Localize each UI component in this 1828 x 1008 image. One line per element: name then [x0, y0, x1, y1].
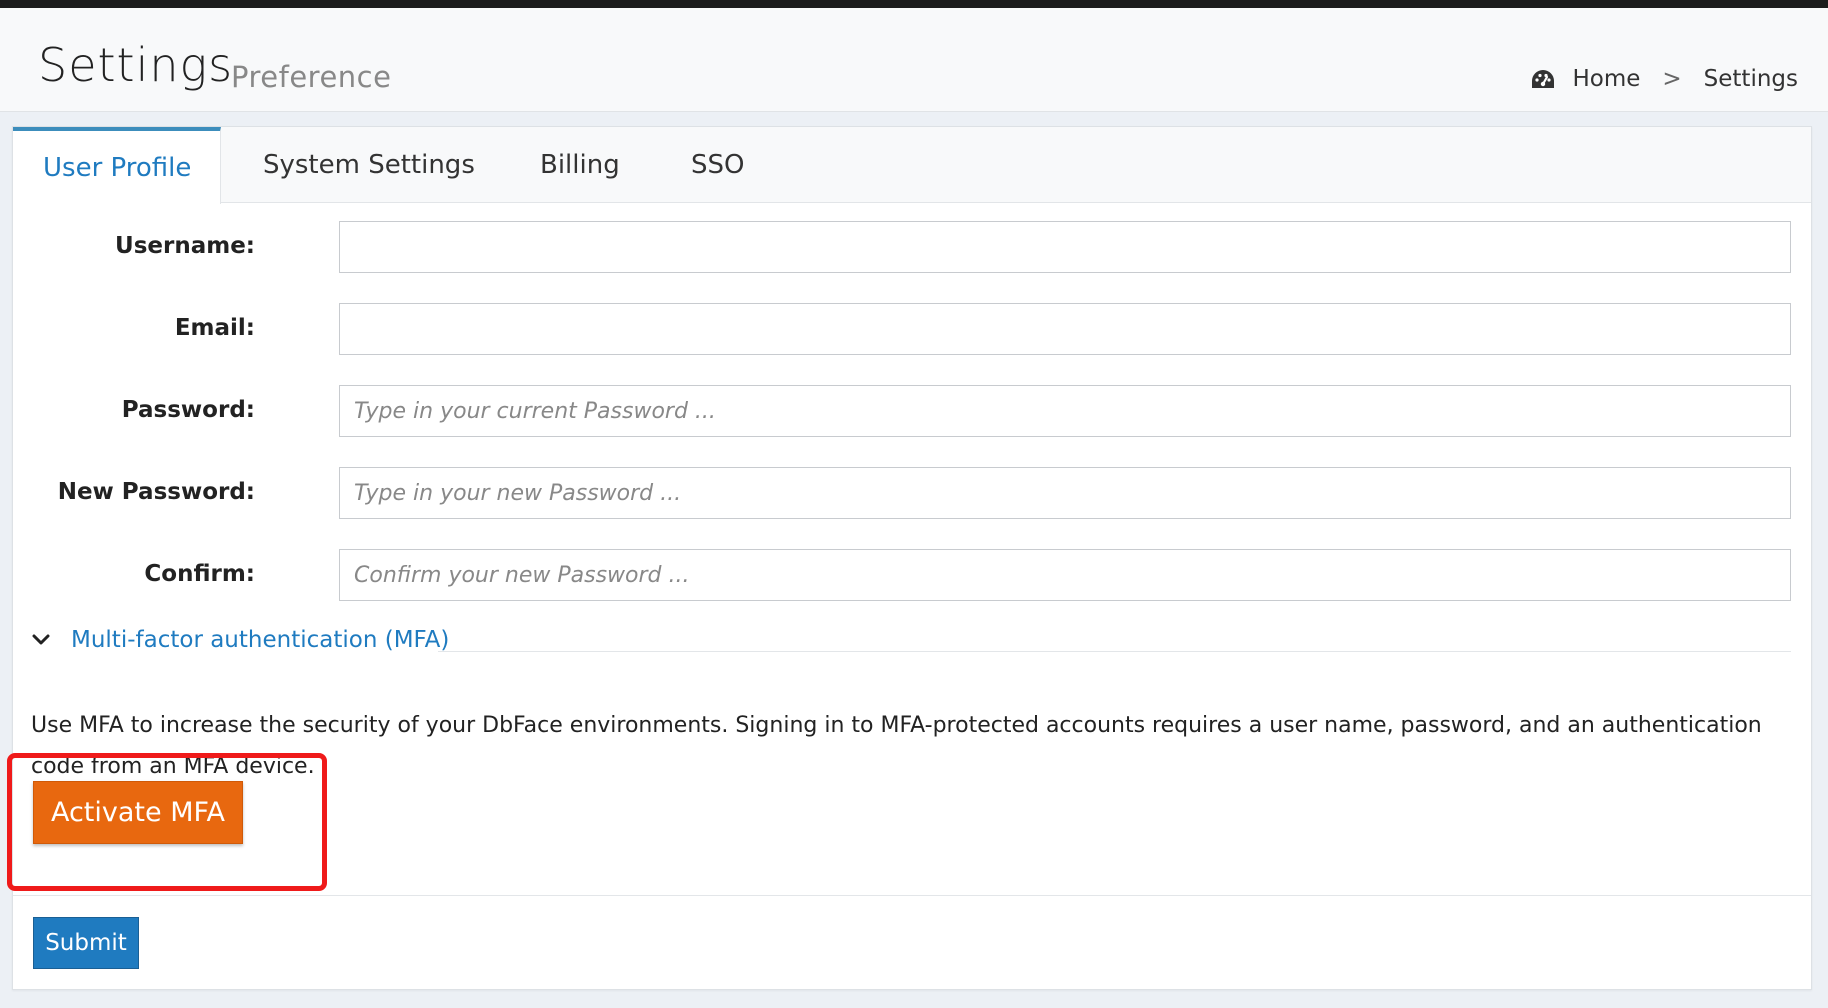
mfa-section-toggle[interactable]: Multi-factor authentication (MFA) [31, 627, 449, 653]
breadcrumb: Home > Settings [1530, 66, 1798, 92]
username-label: Username: [115, 233, 255, 259]
page-header: Settings Preference Home > Settings [0, 8, 1828, 112]
chevron-down-icon [32, 634, 50, 645]
page-subtitle: Preference [231, 60, 392, 94]
breadcrumb-separator: > [1662, 66, 1682, 92]
new-password-label: New Password: [57, 479, 255, 505]
password-input[interactable] [339, 385, 1791, 437]
password-label: Password: [121, 397, 255, 423]
confirm-password-input[interactable] [339, 549, 1791, 601]
email-input[interactable] [339, 303, 1791, 355]
settings-panel: User Profile System Settings Billing SSO… [7, 126, 1812, 990]
new-password-input[interactable] [339, 467, 1791, 519]
tab-sso[interactable]: SSO [691, 127, 744, 203]
submit-button[interactable]: Submit [33, 917, 139, 969]
password-row: Password: [13, 385, 1811, 437]
tab-system-settings[interactable]: System Settings [263, 127, 475, 203]
dashboard-icon [1532, 70, 1555, 88]
username-row: Username: [13, 221, 1811, 273]
new-password-row: New Password: [13, 467, 1811, 519]
tab-user-profile[interactable]: User Profile [13, 127, 221, 204]
breadcrumb-home-link[interactable]: Home [1572, 66, 1640, 92]
mfa-section-title: Multi-factor authentication (MFA) [71, 627, 450, 653]
mfa-divider [438, 651, 1791, 652]
footer-divider [13, 895, 1811, 896]
top-bar [0, 0, 1828, 8]
email-label: Email: [174, 315, 255, 341]
activate-mfa-button[interactable]: Activate MFA [33, 781, 243, 844]
tab-billing[interactable]: Billing [540, 127, 620, 203]
confirm-row: Confirm: [13, 549, 1811, 601]
username-input[interactable] [339, 221, 1791, 273]
email-row: Email: [13, 303, 1811, 355]
page-title: Settings [38, 38, 234, 92]
tab-bar: User Profile System Settings Billing SSO [13, 127, 1811, 204]
mfa-description: Use MFA to increase the security of your… [31, 713, 1762, 779]
breadcrumb-current: Settings [1703, 66, 1798, 92]
confirm-label: Confirm: [144, 561, 255, 587]
